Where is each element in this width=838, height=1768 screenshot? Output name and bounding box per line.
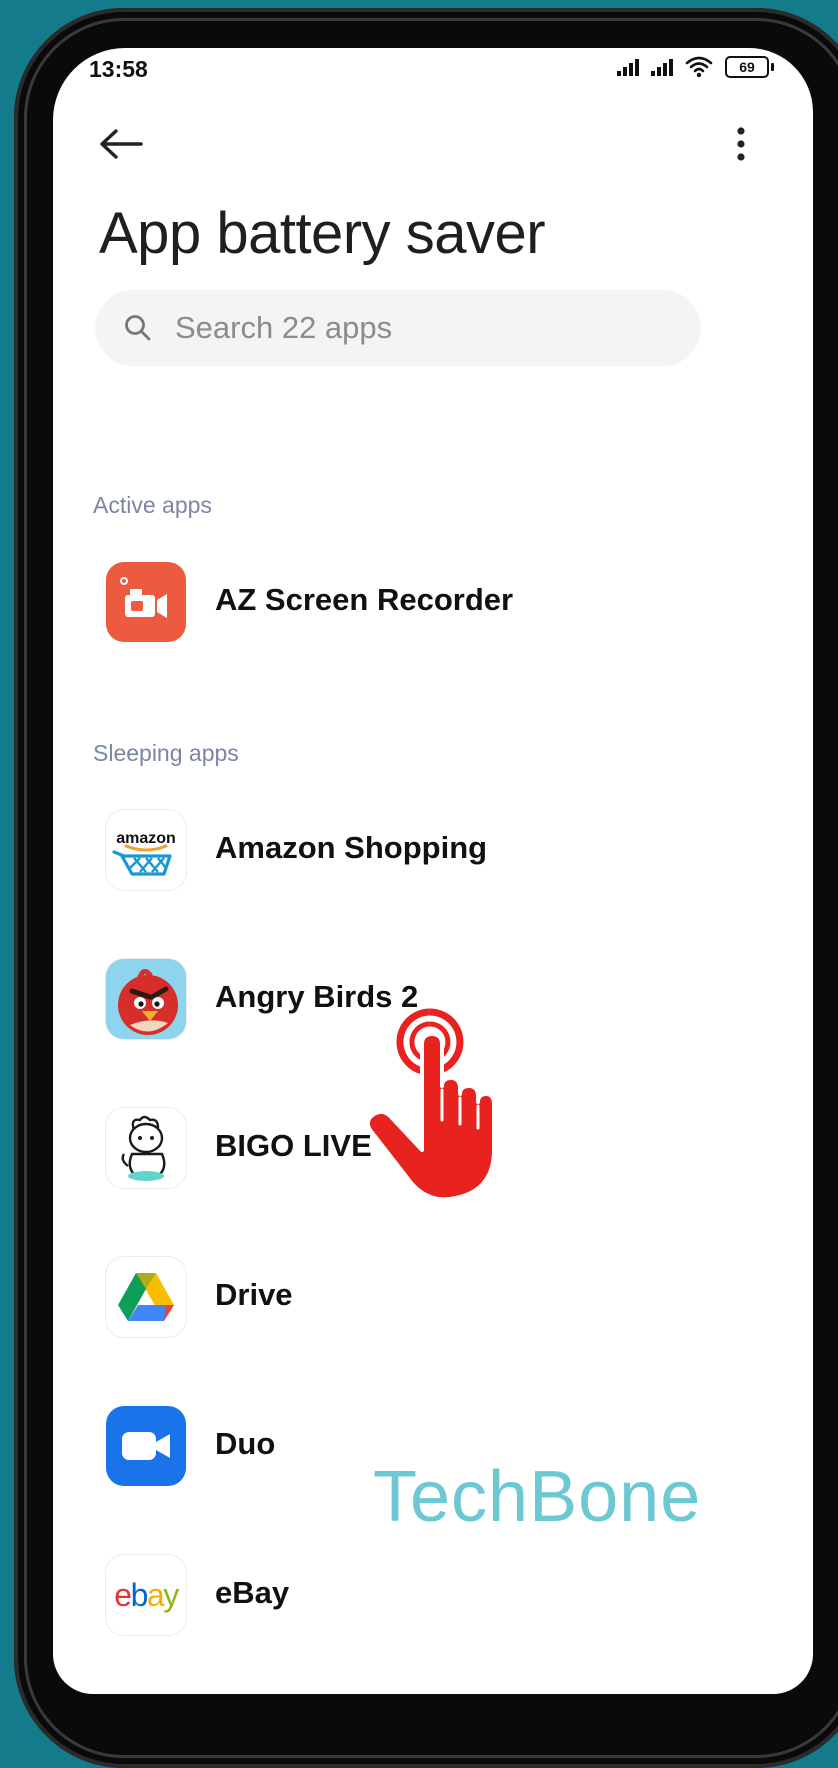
app-name: AZ Screen Recorder xyxy=(215,582,514,617)
app-row-amazon-shopping[interactable]: amazon Amazon Shopping xyxy=(53,790,813,910)
app-row-az-screen-recorder[interactable]: AZ Screen Recorder xyxy=(53,542,813,662)
more-options-button[interactable] xyxy=(717,116,765,172)
more-vert-icon xyxy=(737,127,745,161)
signal-icon xyxy=(617,58,639,76)
status-icons: 69 xyxy=(617,56,774,78)
back-button[interactable] xyxy=(93,116,149,172)
search-placeholder: Search 22 apps xyxy=(175,310,393,345)
app-name: Duo xyxy=(215,1426,276,1461)
app-row-drive[interactable]: Drive xyxy=(53,1237,813,1357)
az-recorder-icon xyxy=(106,562,186,642)
hand-pointer-icon xyxy=(365,1008,496,1200)
duo-icon xyxy=(106,1406,186,1486)
watermark: TechBone xyxy=(373,1457,702,1537)
amazon-icon: amazon xyxy=(106,810,186,890)
app-name: eBay xyxy=(215,1575,290,1610)
app-name: BIGO LIVE xyxy=(215,1128,372,1163)
section-label-sleeping: Sleeping apps xyxy=(93,740,239,766)
arrow-left-icon xyxy=(100,129,143,159)
search-icon xyxy=(125,315,151,341)
wifi-icon xyxy=(685,56,713,78)
phone-screen: 13:58 69 App battery saver Search 22 app… xyxy=(53,48,813,1694)
page-title: App battery saver xyxy=(99,201,546,266)
angry-birds-icon xyxy=(106,959,186,1039)
search-input[interactable]: Search 22 apps xyxy=(95,290,701,366)
ebay-icon: ebay xyxy=(106,1555,186,1635)
google-drive-icon xyxy=(106,1257,186,1337)
battery-indicator: 69 xyxy=(725,56,774,78)
status-time: 13:58 xyxy=(89,56,148,82)
section-label-active: Active apps xyxy=(93,492,212,518)
status-bar: 13:58 69 xyxy=(53,48,813,88)
amazon-logo-text: amazon xyxy=(116,830,176,847)
app-row-ebay[interactable]: ebay eBay xyxy=(53,1535,813,1655)
ebay-logo: ebay xyxy=(114,1577,179,1613)
bigo-live-icon xyxy=(106,1108,186,1188)
app-name: Amazon Shopping xyxy=(215,830,488,865)
app-name: Drive xyxy=(215,1277,293,1312)
signal-icon xyxy=(651,58,673,76)
